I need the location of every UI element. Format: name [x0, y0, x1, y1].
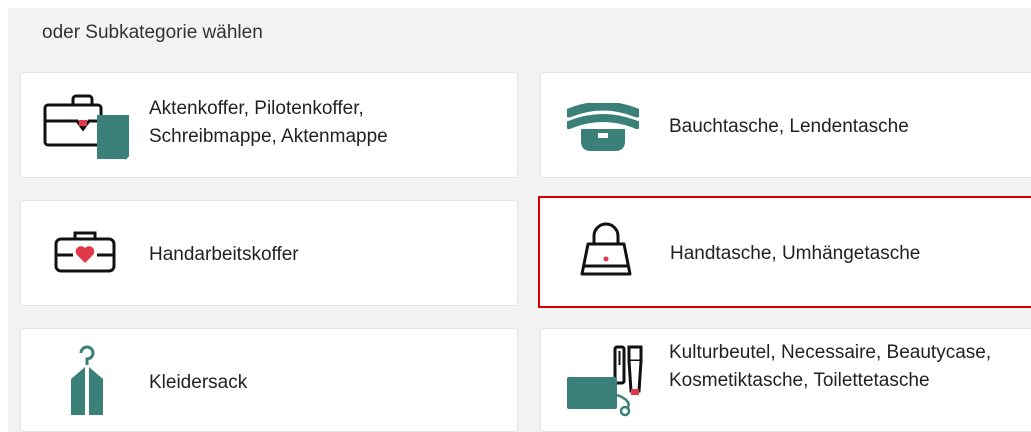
category-label: Handarbeitskoffer	[149, 244, 299, 265]
garment-bag-icon	[65, 341, 109, 426]
category-label: Bauchtasche, Lendentasche	[669, 116, 909, 137]
category-card-handarbeitskoffer[interactable]: Handarbeitskoffer	[20, 200, 518, 306]
briefcase-icon	[41, 91, 138, 166]
toiletry-bag-icon	[565, 343, 645, 426]
category-label: Handtasche, Umhängetasche	[670, 243, 921, 264]
category-label: Kulturbeutel, Necessaire, Beautycase, Ko…	[669, 342, 992, 391]
belt-bag-icon	[564, 101, 642, 158]
category-card-kulturbeutel[interactable]: Kulturbeutel, Necessaire, Beautycase, Ko…	[540, 328, 1031, 432]
category-card-bauchtasche[interactable]: Bauchtasche, Lendentasche	[540, 72, 1031, 178]
category-label: Kleidersack	[149, 372, 248, 393]
section-heading: oder Subkategorie wählen	[42, 22, 263, 43]
category-card-kleidersack[interactable]: Kleidersack	[20, 328, 518, 432]
category-label: Aktenkoffer, Pilotenkoffer, Schreibmappe…	[149, 98, 388, 147]
category-card-aktenkoffer[interactable]: Aktenkoffer, Pilotenkoffer, Schreibmappe…	[20, 72, 518, 178]
sewing-case-icon	[53, 229, 119, 282]
category-card-handtasche[interactable]: Handtasche, Umhängetasche	[538, 196, 1031, 308]
handbag-icon	[578, 222, 634, 287]
